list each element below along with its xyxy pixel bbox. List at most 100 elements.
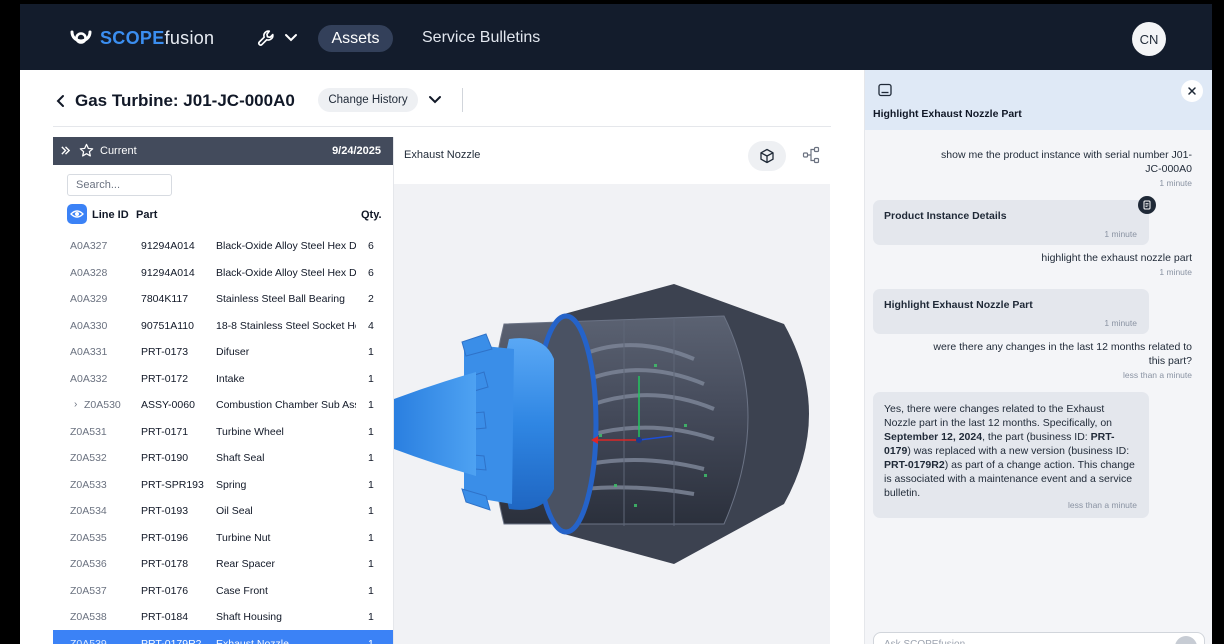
expand-panel-icon[interactable] bbox=[60, 145, 71, 156]
bom-table: A0A327 91294A014 Black-Oxide Alloy Steel H… bbox=[53, 232, 393, 644]
top-nav: SCOPE fusion Assets Service Bulletins CN bbox=[20, 4, 1212, 70]
document-icon bbox=[1143, 200, 1151, 210]
3d-view-button[interactable] bbox=[748, 141, 786, 171]
cell-quantity: 1 bbox=[368, 478, 374, 491]
brand-logo[interactable]: SCOPE fusion bbox=[66, 26, 214, 50]
cell-part-number: PRT-0196 bbox=[141, 531, 189, 544]
cell-part-number: PRT-SPR193 bbox=[141, 478, 204, 491]
table-row[interactable]: A0A329 7804K117 Stainless Steel Ball Beari… bbox=[53, 285, 393, 312]
bom-search-input[interactable] bbox=[67, 174, 172, 196]
message-timestamp: less than a minute bbox=[1123, 370, 1192, 380]
panel-layout-icon[interactable] bbox=[877, 82, 893, 98]
card-title: Highlight Exhaust Nozzle Part bbox=[884, 299, 1033, 311]
cell-part-number: PRT-0184 bbox=[141, 611, 189, 623]
cell-description: Turbine Nut bbox=[216, 531, 271, 544]
table-row[interactable]: Z0A538 PRT-0184 Shaft Housing 1 bbox=[53, 603, 393, 630]
chevron-down-icon bbox=[285, 34, 297, 42]
assistant-chat-panel: Highlight Exhaust Nozzle Part show me th… bbox=[864, 70, 1212, 644]
visibility-toggle-button[interactable] bbox=[67, 204, 87, 224]
star-icon[interactable] bbox=[79, 143, 94, 158]
answer-timestamp: less than a minute bbox=[1068, 500, 1137, 510]
highlight-part-card[interactable]: Highlight Exhaust Nozzle Part 1 minute bbox=[873, 289, 1149, 334]
table-row[interactable]: Z0A532 PRT-0190 Shaft Seal 1 bbox=[53, 444, 393, 471]
brand-name-fusion: fusion bbox=[164, 27, 215, 48]
column-header-line-id[interactable]: Line ID bbox=[92, 209, 129, 221]
cell-line-id: Z0A533 bbox=[70, 478, 107, 491]
table-row[interactable]: A0A328 91294A014 Black-Oxide Alloy Steel H… bbox=[53, 259, 393, 286]
assistant-answer-bubble: Yes, there were changes related to the E… bbox=[873, 392, 1149, 518]
user-message: were there any changes in the last 12 mo… bbox=[933, 341, 1192, 367]
cell-part-number: PRT-0176 bbox=[141, 584, 189, 597]
document-reference-button[interactable] bbox=[1138, 196, 1156, 214]
structure-graph-button[interactable] bbox=[800, 144, 822, 166]
cell-quantity: 1 bbox=[368, 637, 374, 644]
chat-message-input[interactable]: Ask SCOPEfusion bbox=[873, 632, 1205, 644]
exhaust-cone bbox=[394, 372, 476, 476]
cell-part-number: 91294A014 bbox=[141, 240, 195, 252]
cell-description: Intake bbox=[216, 372, 245, 385]
table-row[interactable]: A0A327 91294A014 Black-Oxide Alloy Steel H… bbox=[53, 232, 393, 259]
card-timestamp: 1 minute bbox=[1104, 318, 1137, 328]
user-message: show me the product instance with serial… bbox=[941, 149, 1192, 175]
3d-model-viewport[interactable] bbox=[394, 184, 830, 644]
table-row[interactable]: Z0A533 PRT-SPR193 Spring 1 bbox=[53, 471, 393, 498]
chevron-down-icon[interactable] bbox=[428, 94, 442, 106]
cell-quantity: 1 bbox=[368, 584, 374, 597]
cell-quantity: 1 bbox=[368, 425, 374, 438]
cell-description: Shaft Seal bbox=[216, 452, 265, 464]
header-rule bbox=[53, 126, 831, 127]
app-window: SCOPE fusion Assets Service Bulletins CN … bbox=[20, 4, 1212, 644]
close-chat-button[interactable] bbox=[1181, 80, 1203, 102]
cell-part-number: PRT-0178 bbox=[141, 558, 189, 570]
back-chevron-icon[interactable] bbox=[54, 93, 68, 109]
cell-description: Rear Spacer bbox=[216, 558, 275, 570]
table-row[interactable]: Z0A531 PRT-0171 Turbine Wheel 1 bbox=[53, 418, 393, 445]
table-row[interactable]: A0A330 90751A110 18-8 Stainless Steel Sock… bbox=[53, 312, 393, 339]
tools-menu-button[interactable] bbox=[256, 26, 308, 50]
cell-quantity: 1 bbox=[368, 531, 374, 544]
table-row[interactable]: A0A332 PRT-0172 Intake 1 bbox=[53, 365, 393, 392]
column-header-part[interactable]: Part bbox=[136, 209, 157, 221]
scope-logo-icon bbox=[70, 30, 92, 44]
message-timestamp: 1 minute bbox=[1159, 267, 1192, 277]
cell-quantity: 1 bbox=[368, 558, 374, 570]
cell-description: Difuser bbox=[216, 346, 250, 358]
bom-config-bar: Current 9/24/2025 bbox=[53, 137, 393, 165]
nav-tab-service-bulletins[interactable]: Service Bulletins bbox=[422, 29, 540, 47]
user-message: highlight the exhaust nozzle part bbox=[1041, 252, 1192, 264]
chat-header: Highlight Exhaust Nozzle Part bbox=[865, 70, 1212, 130]
table-row[interactable]: A0A331 PRT-0173 Difuser 1 bbox=[53, 338, 393, 365]
cell-part-number: PRT-0193 bbox=[141, 505, 189, 517]
cell-line-id: Z0A535 bbox=[70, 531, 107, 544]
nav-tab-assets[interactable]: Assets bbox=[318, 25, 393, 52]
cell-description: Stainless Steel Ball Bearing bbox=[216, 293, 345, 305]
cell-part-number: PRT-0190 bbox=[141, 452, 189, 464]
cell-part-number: PRT-0171 bbox=[141, 425, 189, 438]
table-row[interactable]: Z0A534 PRT-0193 Oil Seal 1 bbox=[53, 497, 393, 524]
table-row[interactable]: Z0A537 PRT-0176 Case Front 1 bbox=[53, 577, 393, 604]
cell-line-id: A0A330 bbox=[70, 319, 108, 332]
cell-description: Shaft Housing bbox=[216, 611, 282, 623]
cell-part-number: 7804K117 bbox=[141, 293, 189, 305]
table-row[interactable]: Z0A536 PRT-0178 Rear Spacer 1 bbox=[53, 550, 393, 577]
user-avatar[interactable]: CN bbox=[1132, 22, 1166, 56]
cell-line-id: Z0A537 bbox=[70, 584, 107, 597]
table-row-selected[interactable]: Z0A539 PRT-0179R2 Exhaust Nozzle 1 bbox=[53, 629, 393, 644]
expand-row-chevron-icon[interactable]: › bbox=[74, 399, 77, 410]
card-timestamp: 1 minute bbox=[1104, 229, 1137, 239]
change-history-button[interactable]: Change History bbox=[318, 88, 418, 112]
cell-quantity: 2 bbox=[368, 293, 374, 305]
cell-quantity: 6 bbox=[368, 266, 374, 279]
cell-quantity: 6 bbox=[368, 240, 374, 252]
message-timestamp: 1 minute bbox=[1159, 178, 1192, 188]
eye-icon bbox=[70, 210, 84, 218]
cell-line-id: Z0A531 bbox=[70, 425, 107, 438]
gas-turbine-3d-model bbox=[394, 284, 809, 564]
product-instance-card[interactable]: Product Instance Details 1 minute bbox=[873, 200, 1149, 245]
column-header-qty[interactable]: Qty. bbox=[361, 209, 382, 221]
cell-line-id: Z0A539 bbox=[70, 637, 107, 644]
cell-description: 18-8 Stainless Steel Socket He bbox=[216, 319, 356, 332]
cell-quantity: 1 bbox=[368, 452, 374, 464]
table-row[interactable]: › Z0A530 ASSY-0060 Combustion Chamber Sub A… bbox=[53, 391, 393, 418]
table-row[interactable]: Z0A535 PRT-0196 Turbine Nut 1 bbox=[53, 524, 393, 551]
